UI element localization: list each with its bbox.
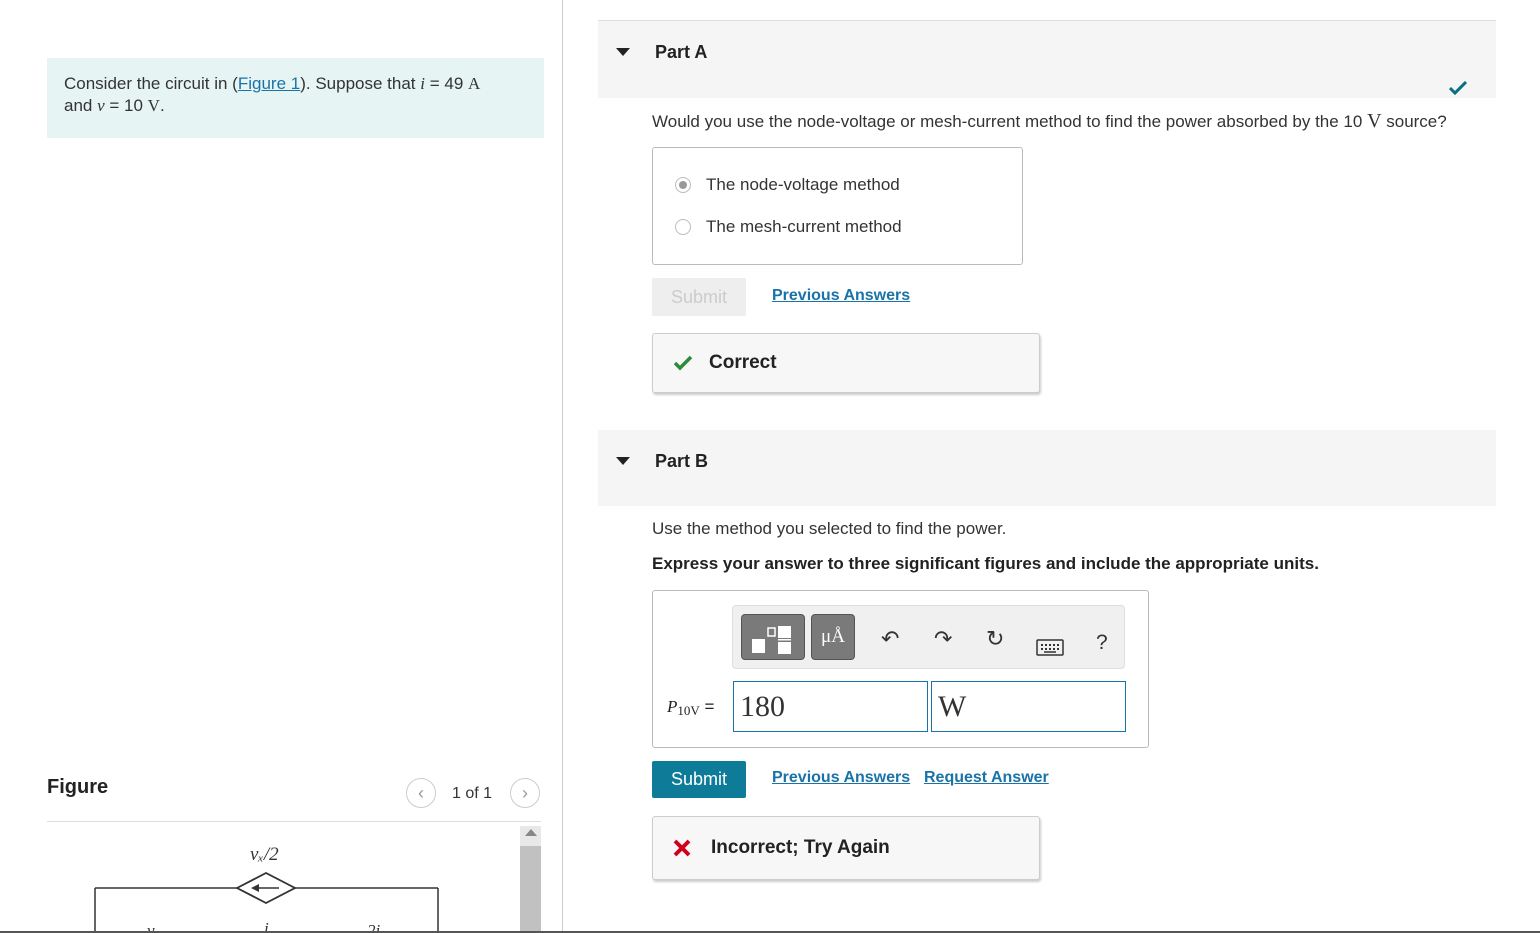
- chevron-left-icon: ‹: [418, 782, 424, 803]
- problem-statement: Consider the circuit in (Figure 1). Supp…: [47, 58, 544, 138]
- choice-label[interactable]: The mesh-current method: [706, 217, 902, 237]
- problem-text: = 10: [104, 96, 148, 115]
- figure-divider: [47, 821, 541, 822]
- part-b-instruction: Express your answer to three significant…: [652, 554, 1319, 573]
- problem-text: Consider the circuit in (: [64, 74, 238, 93]
- undo-icon[interactable]: ↶: [881, 626, 899, 652]
- problem-text: and: [64, 96, 98, 115]
- figure-prev-button[interactable]: ‹: [406, 778, 436, 808]
- figure-scroll-thumb[interactable]: [520, 846, 541, 933]
- problem-text: ). Suppose that: [300, 74, 421, 93]
- feedback-incorrect: Incorrect; Try Again: [652, 816, 1040, 880]
- problem-text: = 49: [424, 74, 468, 93]
- answer-subscript: 10V: [677, 703, 700, 718]
- choice-node-voltage[interactable]: The node-voltage method: [675, 175, 900, 195]
- problem-text: .: [159, 96, 165, 115]
- check-icon: [673, 355, 693, 371]
- units-button[interactable]: μÅ: [811, 614, 855, 660]
- question-text: Would you use the node-voltage or mesh-c…: [652, 112, 1368, 131]
- figure-next-button[interactable]: ›: [510, 778, 540, 808]
- request-answer-link[interactable]: Request Answer: [924, 769, 1049, 787]
- unit-text: W: [938, 689, 967, 723]
- templates-icon: [752, 626, 791, 654]
- units-icon: μÅ: [821, 626, 845, 647]
- radio-unselected[interactable]: [675, 219, 691, 235]
- figure-pager: 1 of 1: [452, 785, 493, 802]
- x-icon: [673, 839, 691, 857]
- part-b-header[interactable]: Part B: [598, 430, 1496, 506]
- previous-answers-link[interactable]: Previous Answers: [772, 769, 910, 787]
- keyboard-icon[interactable]: [1036, 639, 1064, 656]
- choice-mesh-current[interactable]: The mesh-current method: [675, 217, 902, 237]
- reset-icon[interactable]: ↻: [986, 626, 1004, 652]
- collapse-caret-icon[interactable]: [616, 457, 630, 465]
- part-complete-check-icon: [1449, 81, 1467, 95]
- value-text: 180: [740, 689, 785, 723]
- previous-answers-link[interactable]: Previous Answers: [772, 287, 910, 305]
- var-v: v: [97, 96, 105, 115]
- question-text: source?: [1381, 112, 1447, 131]
- templates-button[interactable]: [741, 614, 805, 660]
- unit-A: A: [468, 74, 481, 93]
- diagram-label-vx2: vₓ/2: [250, 844, 279, 865]
- answer-label: P10V =: [667, 697, 714, 719]
- unit-input[interactable]: W: [931, 681, 1126, 732]
- choices-list: The node-voltage method The mesh-current…: [652, 147, 1023, 265]
- part-b-title: Part B: [655, 451, 709, 471]
- value-input[interactable]: 180: [733, 681, 928, 732]
- circuit-diagram: vₓ/2 vₓ i 2i: [94, 844, 439, 933]
- answer-var: P: [667, 697, 678, 716]
- part-a-question: Would you use the node-voltage or mesh-c…: [652, 110, 1447, 133]
- figure-title: Figure: [47, 776, 109, 798]
- feedback-correct: Correct: [652, 333, 1040, 393]
- answer-equals: =: [699, 697, 715, 716]
- submit-button[interactable]: Submit: [652, 761, 746, 798]
- part-a-header[interactable]: Part A: [598, 20, 1496, 98]
- question-unit: V: [1367, 110, 1382, 132]
- math-toolbar: μÅ ↶ ↷ ↻ ?: [732, 605, 1125, 669]
- feedback-text: Incorrect; Try Again: [711, 837, 890, 858]
- choice-label[interactable]: The node-voltage method: [706, 175, 900, 195]
- submit-button-disabled: Submit: [652, 278, 746, 316]
- feedback-text: Correct: [709, 352, 777, 373]
- radio-selected[interactable]: [675, 177, 691, 193]
- part-b-intro: Use the method you selected to find the …: [652, 519, 1007, 538]
- redo-icon[interactable]: ↷: [934, 626, 952, 652]
- help-icon[interactable]: ?: [1096, 631, 1108, 655]
- scroll-up-arrow-icon[interactable]: [525, 829, 537, 836]
- chevron-right-icon: ›: [522, 782, 528, 803]
- part-a-title: Part A: [655, 42, 708, 62]
- figure-link[interactable]: Figure 1: [238, 74, 300, 93]
- pane-divider: [562, 0, 563, 933]
- collapse-caret-icon[interactable]: [616, 48, 630, 56]
- unit-V: V: [147, 96, 160, 115]
